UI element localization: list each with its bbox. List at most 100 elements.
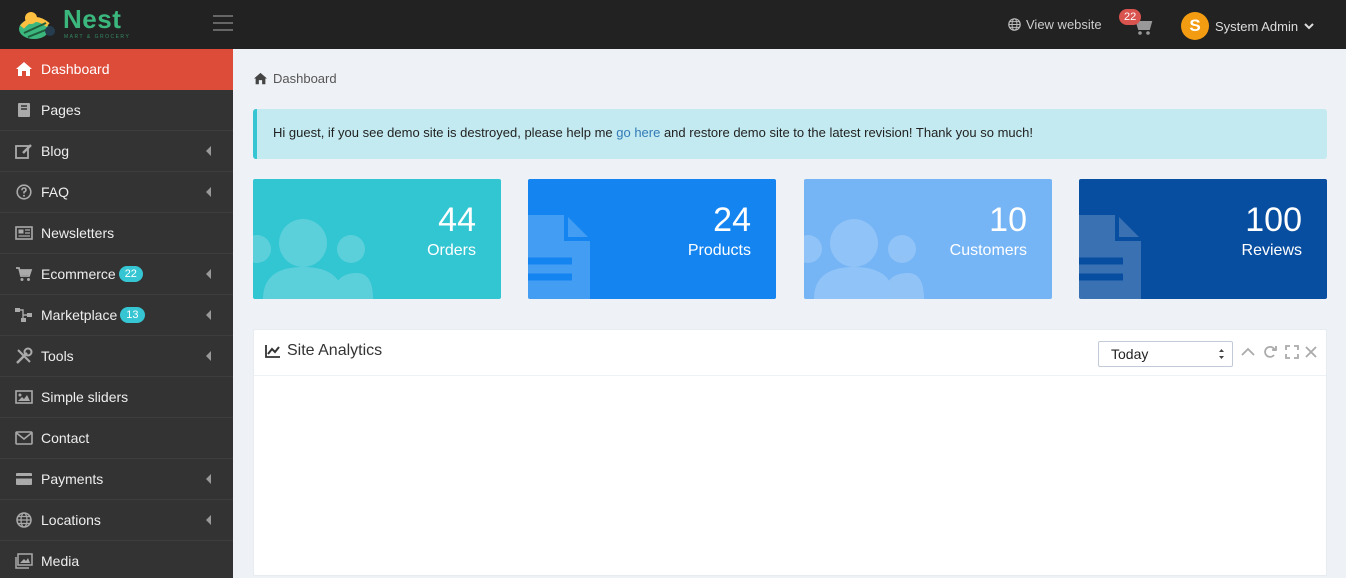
- stat-label: Orders: [427, 242, 476, 259]
- stat-label: Customers: [949, 242, 1027, 259]
- stat-value: 24: [713, 201, 751, 239]
- refresh-icon[interactable]: [1263, 345, 1277, 359]
- sidebar-item-label: Newsletters: [41, 225, 115, 241]
- site-analytics-panel: Site Analytics Today: [253, 329, 1327, 576]
- main-content: Dashboard Hi guest, if you see demo site…: [233, 49, 1346, 578]
- chevron-left-icon: [206, 351, 211, 361]
- menu-toggle-icon[interactable]: [213, 15, 235, 33]
- sidebar-item-media[interactable]: Media: [0, 541, 233, 578]
- sidebar-item-pages[interactable]: Pages: [0, 90, 233, 131]
- logo-mark-icon: [19, 12, 55, 39]
- sidebar-item-label: Contact: [41, 430, 90, 446]
- ecommerce-count-badge: 22: [118, 266, 143, 282]
- sidebar-item-label: Dashboard: [41, 61, 110, 77]
- view-website-label: View website: [1026, 17, 1102, 32]
- sidebar-item-label: Marketplace: [41, 307, 118, 323]
- sidebar-item-simple-sliders[interactable]: Simple sliders: [0, 377, 233, 418]
- sidebar-item-label: FAQ: [41, 184, 70, 200]
- sidebar-item-label: Ecommerce: [41, 266, 116, 282]
- sidebar: Dashboard Pages Blog FAQ Newsletters Eco…: [0, 49, 233, 578]
- alert-text-before: Hi guest, if you see demo site is destro…: [273, 125, 617, 140]
- stat-value: 44: [438, 201, 476, 239]
- users-icon: [804, 219, 924, 299]
- file-icon: [528, 215, 590, 299]
- stat-value: 100: [1245, 201, 1302, 239]
- sitemap-icon: [14, 306, 34, 324]
- select-arrows-icon: [1219, 349, 1224, 359]
- sidebar-item-blog[interactable]: Blog: [0, 131, 233, 172]
- avatar: S: [1181, 12, 1209, 40]
- user-name: System Admin: [1215, 18, 1299, 34]
- file-icon: [1079, 215, 1141, 299]
- date-range-value: Today: [1111, 346, 1149, 362]
- fullscreen-icon[interactable]: [1285, 345, 1299, 359]
- panel-title-text: Site Analytics: [287, 342, 383, 359]
- chevron-left-icon: [206, 310, 211, 320]
- sidebar-item-label: Media: [41, 553, 80, 569]
- stat-card-products[interactable]: 24 Products: [528, 179, 776, 299]
- sidebar-item-label: Pages: [41, 102, 81, 118]
- line-chart-icon: [265, 345, 280, 358]
- close-icon[interactable]: [1304, 345, 1318, 359]
- sidebar-item-payments[interactable]: Payments: [0, 459, 233, 500]
- chevron-left-icon: [206, 269, 211, 279]
- alert-link[interactable]: go here: [616, 125, 660, 140]
- globe-icon: [1008, 18, 1021, 31]
- analytics-chart-area: [254, 376, 1326, 576]
- date-range-select[interactable]: Today: [1098, 341, 1233, 367]
- brand-logo[interactable]: Nest MART & GROCERY: [16, 4, 131, 43]
- home-icon: [14, 60, 34, 78]
- globe-icon: [14, 511, 34, 529]
- cart-count-badge: 22: [1119, 9, 1142, 25]
- stat-label: Products: [687, 242, 751, 259]
- sidebar-item-faq[interactable]: FAQ: [0, 172, 233, 213]
- images-icon: [14, 552, 34, 570]
- credit-card-icon: [14, 470, 34, 488]
- chevron-left-icon: [206, 146, 211, 156]
- breadcrumb-current[interactable]: Dashboard: [273, 71, 337, 86]
- panel-title: Site Analytics: [265, 342, 382, 360]
- panel-header: Site Analytics Today: [254, 330, 1326, 376]
- envelope-icon: [14, 429, 34, 447]
- chevron-left-icon: [206, 187, 211, 197]
- sidebar-item-label: Blog: [41, 143, 70, 159]
- view-website-link[interactable]: View website: [1008, 17, 1102, 32]
- sidebar-item-marketplace[interactable]: Marketplace 13: [0, 295, 233, 336]
- home-icon: [254, 72, 267, 85]
- top-navbar: Nest MART & GROCERY View website 22 S Sy…: [0, 0, 1346, 49]
- sidebar-item-label: Tools: [41, 348, 74, 364]
- sidebar-item-label: Locations: [41, 512, 101, 528]
- stat-card-orders[interactable]: 44 Orders: [253, 179, 501, 299]
- sidebar-item-dashboard[interactable]: Dashboard: [0, 49, 233, 90]
- chevron-left-icon: [206, 515, 211, 525]
- cart-icon: [14, 265, 34, 283]
- sidebar-item-ecommerce[interactable]: Ecommerce 22: [0, 254, 233, 295]
- user-menu[interactable]: S System Admin: [1181, 12, 1314, 40]
- sidebar-item-label: Payments: [41, 471, 104, 487]
- sidebar-item-tools[interactable]: Tools: [0, 336, 233, 377]
- question-circle-icon: [14, 183, 34, 201]
- users-icon: [253, 219, 373, 299]
- demo-alert: Hi guest, if you see demo site is destro…: [253, 109, 1327, 159]
- chevron-down-icon: [1304, 23, 1314, 30]
- sidebar-item-newsletters[interactable]: Newsletters: [0, 213, 233, 254]
- image-icon: [14, 388, 34, 406]
- book-icon: [14, 101, 34, 119]
- stat-value: 10: [989, 201, 1027, 239]
- alert-text-after: and restore demo site to the latest revi…: [660, 125, 1033, 140]
- tools-icon: [14, 347, 34, 365]
- collapse-icon[interactable]: [1241, 345, 1255, 359]
- stat-card-customers[interactable]: 10 Customers: [804, 179, 1052, 299]
- stat-label: Reviews: [1241, 242, 1302, 259]
- sidebar-item-label: Simple sliders: [41, 389, 129, 405]
- breadcrumb: Dashboard: [253, 71, 337, 86]
- newspaper-icon: [14, 224, 34, 242]
- brand-name: Nest: [63, 4, 122, 34]
- brand-tagline: MART & GROCERY: [64, 34, 131, 40]
- edit-icon: [14, 142, 34, 160]
- sidebar-item-contact[interactable]: Contact: [0, 418, 233, 459]
- sidebar-item-locations[interactable]: Locations: [0, 500, 233, 541]
- marketplace-count-badge: 13: [120, 307, 145, 323]
- stat-card-reviews[interactable]: 100 Reviews: [1079, 179, 1327, 299]
- chevron-left-icon: [206, 474, 211, 484]
